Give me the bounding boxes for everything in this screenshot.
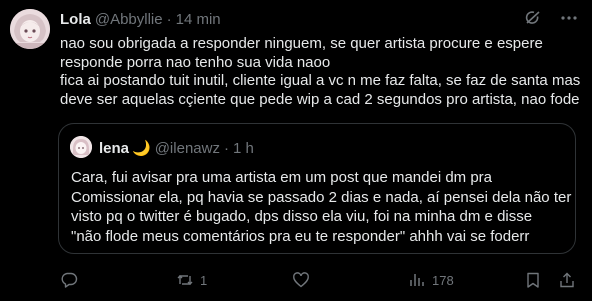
tweet[interactable]: Lola @Abbyllie · 14 min nao sou obrigada… (0, 0, 592, 301)
bookmark-icon (524, 271, 542, 289)
separator-dot: · (223, 139, 229, 157)
tweet-line: responde porra nao tenho sua vida naoo (60, 53, 331, 71)
reply-icon (60, 271, 78, 289)
tweet-header: Lola @Abbyllie · 14 min (60, 10, 221, 28)
tweet-line: fica ai postando tuit inutil, cliente ig… (60, 72, 581, 90)
retweet-icon (176, 271, 194, 289)
quoted-line: "não flode meus comentários pra eu te re… (71, 227, 530, 245)
quoted-line: visto pq o twitter é bugado, dps disso e… (71, 208, 533, 225)
quoted-author-handle: @ilenawz (154, 139, 220, 157)
quoted-header: lena 🌙 @ilenawz · 1 h (99, 139, 254, 158)
tweet-time[interactable]: 14 min (176, 11, 221, 28)
quoted-author-avatar (70, 136, 92, 158)
reply-button[interactable] (60, 271, 176, 289)
like-icon (292, 271, 310, 289)
views-icon (408, 271, 426, 289)
share-icon (558, 271, 576, 289)
tweet-action-bar: 1 178 (60, 270, 580, 290)
tweet-top-actions (524, 9, 578, 27)
quoted-author-name: lena (99, 139, 130, 157)
views-button[interactable]: 178 (408, 271, 524, 289)
tweet-line: nao sou obrigada a responder ninguem, se… (60, 35, 543, 52)
quoted-line: Cara, fui avisar pra uma artista em um p… (71, 169, 493, 186)
quoted-tweet[interactable]: lena 🌙 @ilenawz · 1 h Cara, fui avisar p… (58, 123, 576, 254)
views-count: 178 (432, 272, 454, 288)
like-button[interactable] (292, 271, 408, 289)
separator-dot: · (166, 10, 172, 28)
moon-emoji: 🌙 (132, 140, 151, 157)
author-name[interactable]: Lola (60, 11, 91, 28)
tweet-line: deve ser aquelas cçiente que pede wip a … (60, 90, 580, 108)
retweet-count: 1 (200, 272, 208, 288)
author-handle[interactable]: @Abbyllie (95, 11, 163, 28)
grok-icon[interactable] (524, 9, 542, 27)
quoted-text: Cara, fui avisar pra uma artista em um p… (71, 168, 572, 246)
quoted-line: Comissionar ela, pq havia se passado 2 d… (71, 188, 572, 206)
bookmark-button[interactable] (524, 271, 558, 289)
author-avatar[interactable] (10, 9, 50, 49)
share-button[interactable] (558, 271, 578, 289)
tweet-text: nao sou obrigada a responder ninguem, se… (60, 35, 585, 109)
quoted-time: 1 h (232, 139, 254, 157)
more-icon[interactable] (560, 9, 578, 27)
retweet-button[interactable]: 1 (176, 271, 292, 289)
